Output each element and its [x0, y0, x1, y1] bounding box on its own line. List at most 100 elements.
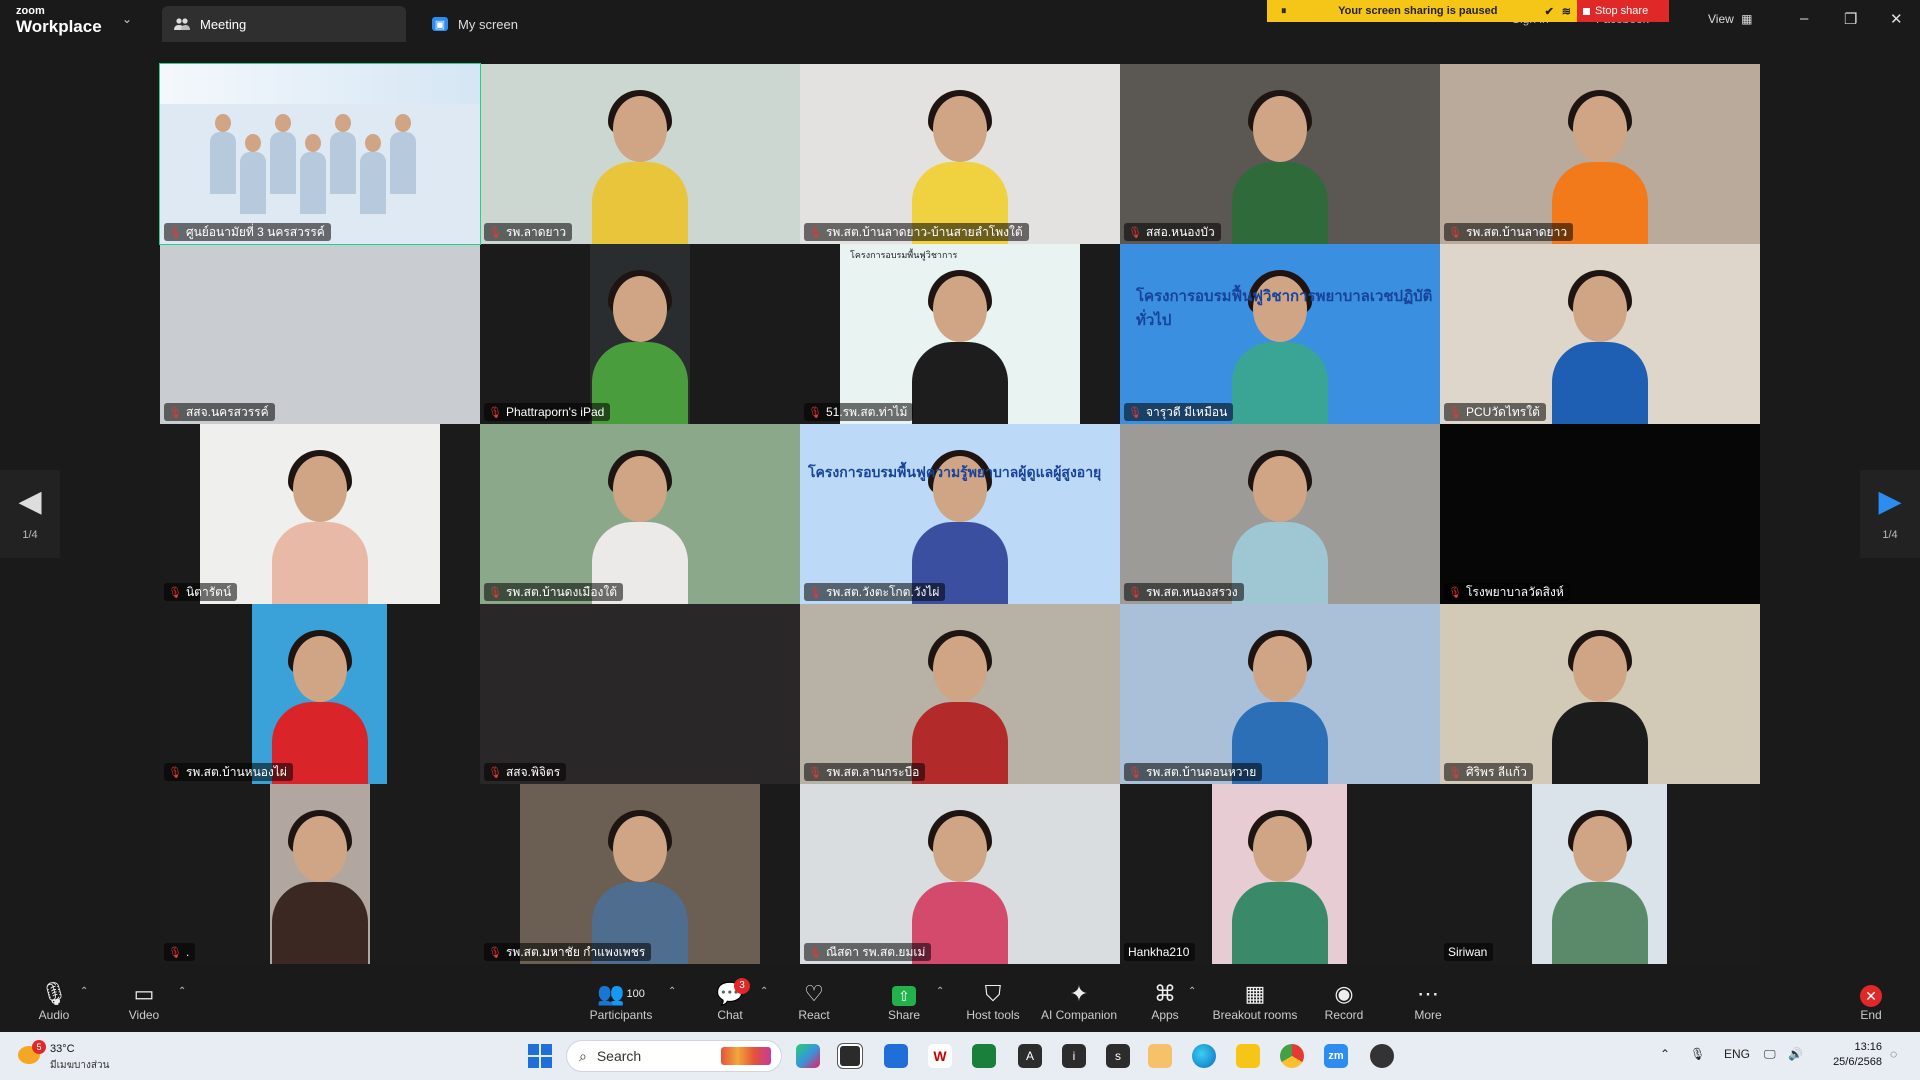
- tray-microphone-icon[interactable]: 🎙: [1690, 1047, 1705, 1061]
- taskbar-search[interactable]: ⌕ Search: [566, 1040, 782, 1072]
- task-view-icon[interactable]: [837, 1043, 863, 1069]
- muted-microphone-icon: 🎙: [488, 406, 502, 419]
- info-app-icon[interactable]: i: [1062, 1044, 1086, 1068]
- video-tile[interactable]: 🎙 ณีสดา รพ.สต.ยมเม่: [800, 784, 1120, 964]
- video-tile[interactable]: 🎙 รพ.สต.บ้านดอนหวาย: [1120, 604, 1440, 784]
- tray-overflow-caret-icon[interactable]: ⌃: [1660, 1047, 1670, 1061]
- video-tile[interactable]: 🎙.: [160, 784, 480, 964]
- file-explorer-icon[interactable]: [1236, 1044, 1260, 1068]
- view-menu[interactable]: View ▦: [1708, 12, 1752, 26]
- video-tile[interactable]: โครงการอบรมพื้นฟูความรู้พยาบาลผู้ดูแลผู้…: [800, 424, 1120, 604]
- video-tile[interactable]: Siriwan: [1440, 784, 1760, 964]
- apps-options-caret-icon[interactable]: ⌃: [1188, 986, 1196, 997]
- volume-icon[interactable]: 🔊: [1788, 1047, 1803, 1061]
- more-button[interactable]: ⋯ More: [1412, 982, 1444, 1023]
- edge-icon[interactable]: [1192, 1044, 1216, 1068]
- share-options-caret-icon[interactable]: ⌃: [936, 986, 944, 997]
- muted-microphone-icon: 🎙: [488, 766, 502, 779]
- app-menu-chevron-icon[interactable]: ⌄: [122, 12, 132, 26]
- app-red-dot-icon[interactable]: [1370, 1044, 1394, 1068]
- moph-app-icon[interactable]: [972, 1044, 996, 1068]
- next-page-button[interactable]: ▶ 1/4: [1860, 470, 1920, 558]
- video-options-caret-icon[interactable]: ⌃: [178, 986, 186, 997]
- chat-button[interactable]: 💬 3 Chat: [714, 978, 750, 1022]
- host-tools-button[interactable]: ⛉ Host tools: [964, 982, 1022, 1023]
- video-tile[interactable]: 🎙 สสจ.นครสวรรค์: [160, 244, 480, 424]
- participant-name-label: Hankha210: [1124, 943, 1196, 961]
- prev-page-button[interactable]: ◀ 1/4: [0, 470, 60, 558]
- word-app-icon[interactable]: W: [928, 1044, 952, 1068]
- ai-companion-button[interactable]: ✦ AI Companion: [1038, 982, 1120, 1023]
- video-tile[interactable]: 🎙 รพ.ลาดยาว: [480, 64, 800, 244]
- breakout-rooms-button[interactable]: ▦ Breakout rooms: [1210, 982, 1300, 1023]
- video-tile[interactable]: โครงการอบรมพื้นฟูวิชาการ 🎙 51.รพ.สต.ท่าไม้: [800, 244, 1120, 424]
- video-feed: [1440, 424, 1760, 604]
- tab-meeting[interactable]: Meeting: [162, 6, 406, 42]
- participants-button[interactable]: 👥 100 Participants: [586, 982, 656, 1023]
- participant-name-label: 🎙 รพ.สต.มหาชัย กำแพงเพชร: [484, 943, 652, 961]
- react-button[interactable]: ♡ React: [796, 982, 832, 1023]
- text-app-icon[interactable]: A: [1018, 1044, 1042, 1068]
- tab-my-screen[interactable]: ▣ My screen: [420, 6, 580, 42]
- photos-app-icon[interactable]: [1148, 1044, 1172, 1068]
- close-icon[interactable]: ✕: [1890, 10, 1903, 28]
- muted-microphone-icon: 🎙: [488, 586, 502, 599]
- notifications-icon[interactable]: ◌: [1890, 1047, 1897, 1061]
- start-button[interactable]: [528, 1044, 552, 1068]
- video-tile[interactable]: 🎙 ศิริพร ลีแก้ว: [1440, 604, 1760, 784]
- group-member: [330, 114, 356, 194]
- search-highlight-image: [721, 1047, 771, 1065]
- participant-figure: [272, 810, 368, 964]
- minimize-icon[interactable]: –: [1800, 10, 1808, 27]
- store-icon[interactable]: [884, 1044, 908, 1068]
- muted-microphone-icon: 🎙: [488, 946, 502, 959]
- language-indicator[interactable]: ENG: [1724, 1047, 1750, 1061]
- network-icon[interactable]: 🖵: [1764, 1047, 1776, 1062]
- video-tile[interactable]: 🎙 รพ.สต.หนองสรวง: [1120, 424, 1440, 604]
- audio-button[interactable]: 🎙 Audio: [34, 981, 74, 1023]
- participant-name-label: 🎙 Phattraporn's iPad: [484, 403, 611, 421]
- stop-share-button[interactable]: Stop share: [1577, 0, 1669, 22]
- s-app-icon[interactable]: s: [1106, 1044, 1130, 1068]
- participant-name-label: 🎙 รพ.สต.บ้านลาดยาว: [1444, 223, 1574, 241]
- video-tile[interactable]: 🎙 รพ.สต.ลานกระบือ: [800, 604, 1120, 784]
- video-tile[interactable]: 🎙 โรงพยาบาลวัดสิงห์: [1440, 424, 1760, 604]
- group-member: [210, 114, 236, 194]
- restore-icon[interactable]: ❐: [1844, 10, 1857, 28]
- chat-options-caret-icon[interactable]: ⌃: [760, 986, 768, 997]
- copilot-icon[interactable]: [796, 1044, 820, 1068]
- participants-options-caret-icon[interactable]: ⌃: [668, 986, 676, 997]
- microphone-icon: 🎙: [40, 981, 68, 1006]
- video-tile[interactable]: โครงการอบรมฟื้นฟูวิชาการพยาบาลเวชปฏิบัติ…: [1120, 244, 1440, 424]
- video-button[interactable]: ▭ Video: [124, 982, 164, 1023]
- search-icon: ⌕: [579, 1047, 587, 1064]
- video-tile[interactable]: 🎙 รพ.สต.บ้านหนองไผ่: [160, 604, 480, 784]
- video-tile[interactable]: 🎙 ศูนย์อนามัยที่ 3 นครสวรรค์: [159, 63, 481, 245]
- video-tile[interactable]: 🎙 รพ.สต.บ้านดงเมืองใต้: [480, 424, 800, 604]
- weather-widget[interactable]: 5 33°C มีเมฆบางส่วน: [18, 1040, 158, 1074]
- zoom-workplace-logo: zoom Workplace: [16, 5, 102, 36]
- video-tile[interactable]: 🎙 Phattraporn's iPad: [480, 244, 800, 424]
- end-meeting-button[interactable]: ✕ End: [1856, 982, 1886, 1022]
- video-tile[interactable]: 🎙 สสจ.พิจิตร: [480, 604, 800, 784]
- participant-figure: [1232, 450, 1328, 604]
- video-tile[interactable]: 🎙 สสอ.หนองบัว: [1120, 64, 1440, 244]
- apps-button[interactable]: ⌘ Apps: [1148, 981, 1182, 1023]
- participant-figure: [592, 90, 688, 244]
- slide-title-text: โครงการอบรมฟื้นฟูวิชาการพยาบาลเวชปฏิบัติ…: [1136, 288, 1433, 329]
- video-tile[interactable]: 🎙 รพ.สต.บ้านลาดยาว: [1440, 64, 1760, 244]
- zoom-taskbar-icon[interactable]: zm: [1324, 1044, 1348, 1068]
- taskbar-clock[interactable]: 13:16 25/6/2568: [1822, 1040, 1882, 1070]
- stop-square-icon: [1583, 7, 1590, 15]
- video-tile[interactable]: 🎙 PCUวัดไทรใต้: [1440, 244, 1760, 424]
- video-tile[interactable]: 🎙 นิตารัตน์: [160, 424, 480, 604]
- audio-options-caret-icon[interactable]: ⌃: [80, 986, 88, 997]
- share-button[interactable]: ⇧ Share: [886, 982, 922, 1022]
- share-paused-banner: ⏸ Your screen sharing is paused ✔ ≋: [1267, 0, 1585, 22]
- record-button[interactable]: ◉ Record: [1322, 982, 1366, 1023]
- video-tile[interactable]: 🎙 รพ.สต.มหาชัย กำแพงเพชร: [480, 784, 800, 964]
- apps-icon: ⌘: [1154, 981, 1176, 1006]
- chrome-icon[interactable]: [1280, 1044, 1304, 1068]
- video-tile[interactable]: 🎙 รพ.สต.บ้านลาดยาว-บ้านสายลำโพงใต้: [800, 64, 1120, 244]
- video-tile[interactable]: Hankha210: [1120, 784, 1440, 964]
